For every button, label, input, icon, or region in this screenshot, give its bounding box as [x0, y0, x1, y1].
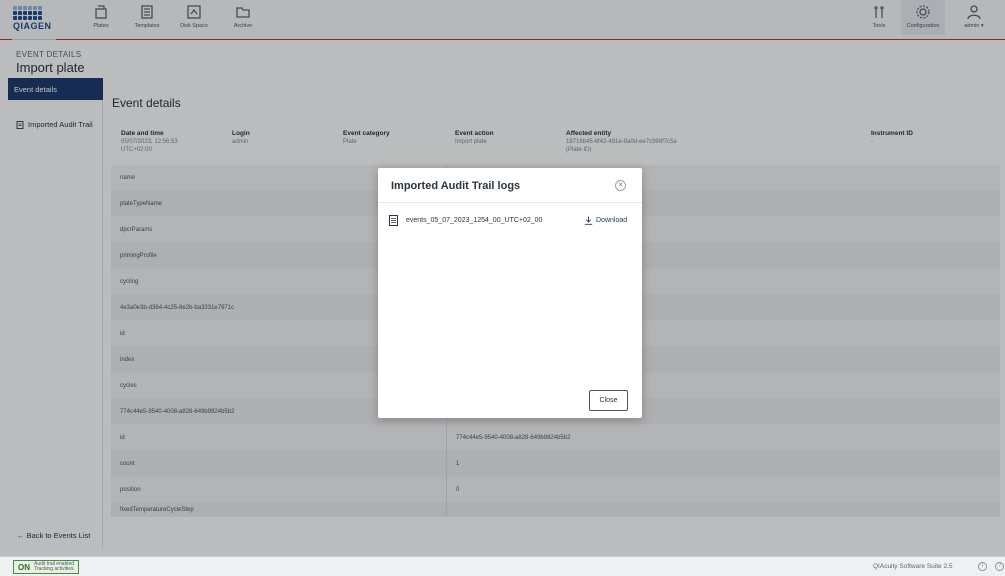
imported-audit-trail-dialog: Imported Audit Trail logs ✕ events_05_07… [378, 168, 642, 418]
file-name: events_05_07_2023_1254_00_UTC+02_00 [406, 217, 543, 224]
file-icon [389, 215, 398, 226]
software-version: QIAcuity Software Suite 2.5 [873, 563, 953, 570]
help-icon[interactable]: ? [995, 562, 1004, 571]
download-button[interactable]: Download [584, 216, 627, 225]
download-icon [584, 216, 593, 225]
status-line-2: Tracking activities. [34, 566, 75, 572]
close-button[interactable]: Close [589, 390, 628, 411]
status-text: Audit trail enabled Tracking activities. [34, 561, 78, 573]
footer: ON Audit trail enabled Tracking activiti… [0, 556, 1005, 576]
status-on-label: ON [18, 562, 30, 572]
download-label: Download [596, 217, 628, 224]
info-icon[interactable]: i [978, 562, 987, 571]
audit-trail-status-badge[interactable]: ON Audit trail enabled Tracking activiti… [13, 560, 79, 574]
dialog-title: Imported Audit Trail logs [391, 180, 521, 192]
dialog-divider [378, 202, 642, 203]
list-item: events_05_07_2023_1254_00_UTC+02_00 Down… [389, 215, 634, 229]
close-icon[interactable]: ✕ [615, 180, 626, 191]
